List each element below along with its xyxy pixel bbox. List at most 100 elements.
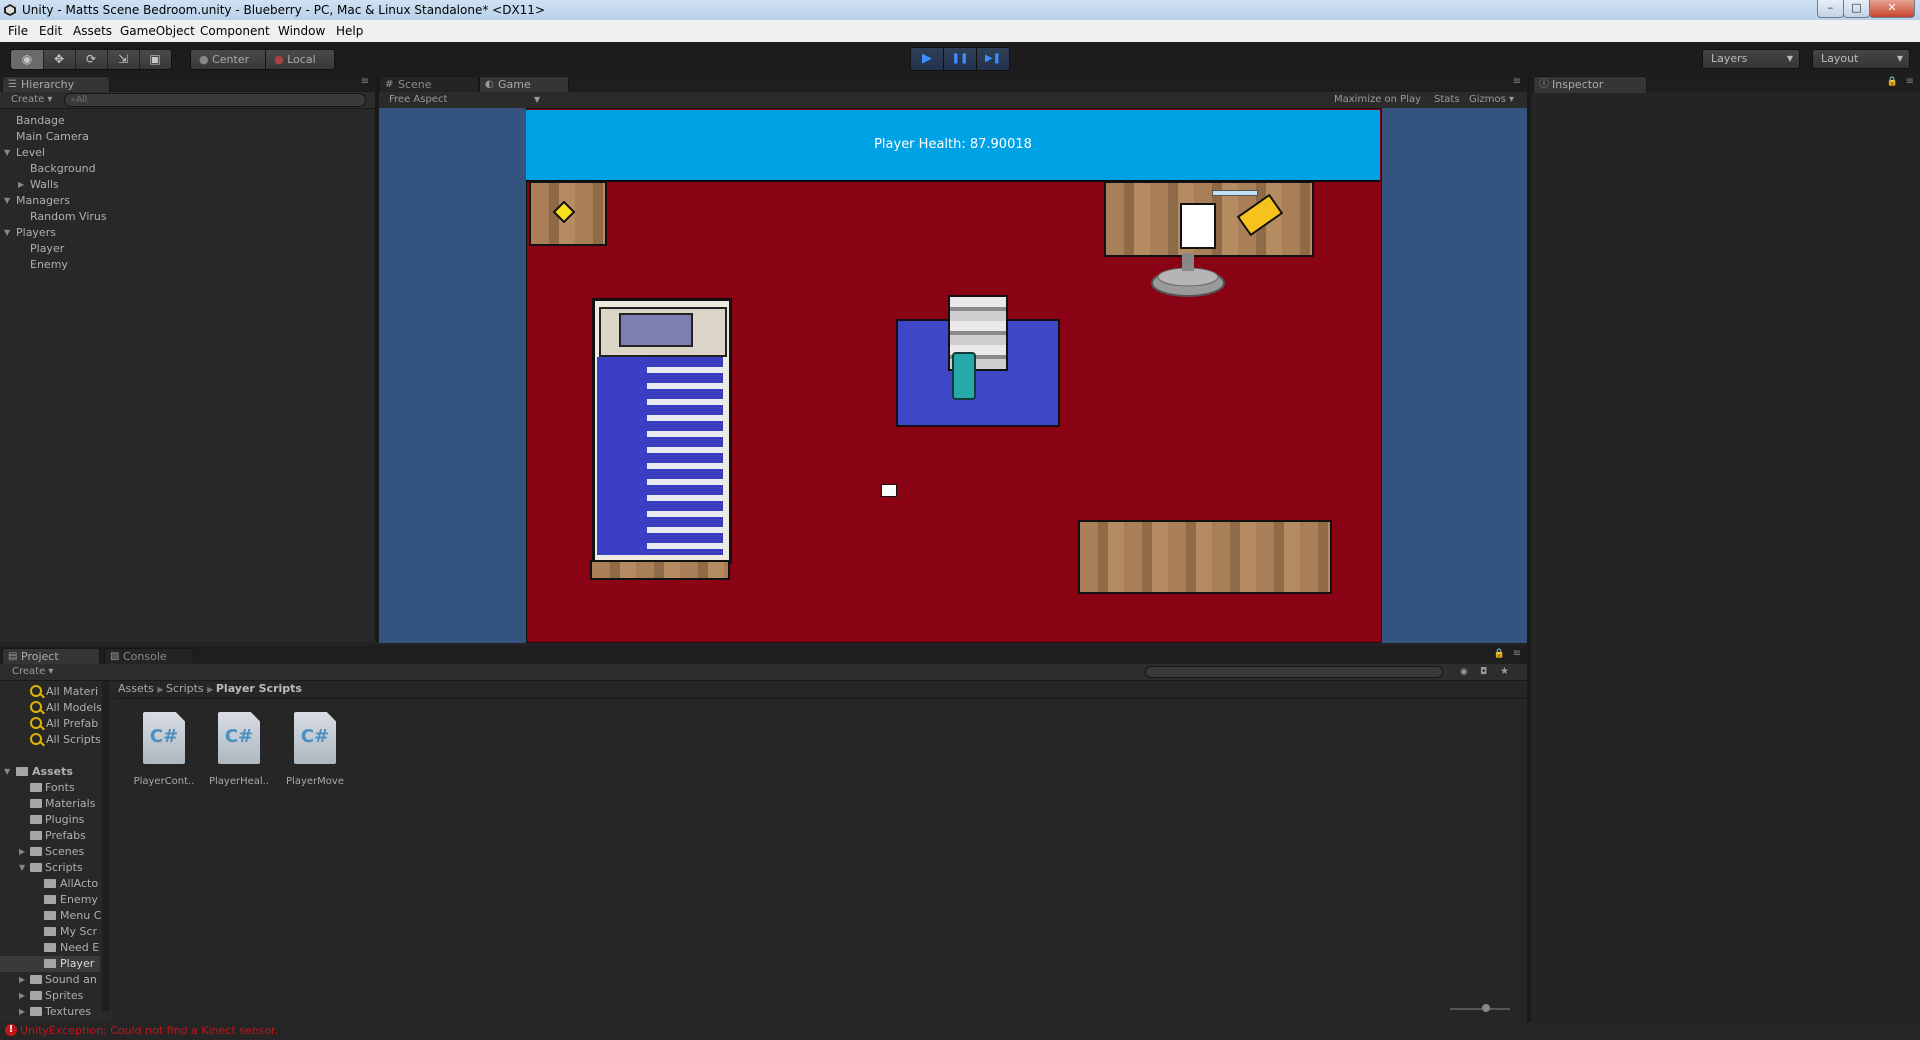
folder-allacto[interactable]: AllActo <box>60 877 98 890</box>
csharp-script-icon[interactable]: C# <box>143 712 185 764</box>
expand-triangle-icon[interactable]: ▼ <box>19 863 25 872</box>
tab-hierarchy[interactable]: ☰ Hierarchy <box>2 76 110 93</box>
hierarchy-search-input[interactable] <box>64 93 366 107</box>
folder-plugins[interactable]: Plugins <box>45 813 84 826</box>
folder-sound[interactable]: Sound an <box>45 973 97 986</box>
folder-my-scripts[interactable]: My Scr <box>60 925 97 938</box>
folder-sprites[interactable]: Sprites <box>45 989 83 1002</box>
folder-menu[interactable]: Menu C <box>60 909 101 922</box>
filter-by-label-icon[interactable]: ◘ <box>1480 664 1487 680</box>
file-label-playercontroller[interactable]: PlayerCont.. <box>124 776 204 787</box>
step-button[interactable]: ▶❚ <box>976 47 1010 71</box>
project-search-input[interactable] <box>1145 666 1443 678</box>
icon-size-slider[interactable] <box>1450 1008 1510 1010</box>
hierarchy-create-button[interactable]: Create ▾ <box>11 92 52 108</box>
panel-menu-icon[interactable]: ≡ <box>1513 648 1521 659</box>
file-label-playerhealth[interactable]: PlayerHeal.. <box>199 776 279 787</box>
breadcrumb-player-scripts[interactable]: Player Scripts <box>216 682 302 695</box>
folder-need[interactable]: Need E <box>60 941 99 954</box>
breadcrumb-assets[interactable]: Assets <box>118 682 154 695</box>
folder-player-scripts[interactable]: Player <box>60 957 94 970</box>
csharp-script-icon[interactable]: C# <box>218 712 260 764</box>
rotate-tool-icon[interactable]: ⟳ <box>75 50 108 69</box>
minimize-button[interactable]: – <box>1817 0 1844 18</box>
assets-root[interactable]: Assets <box>32 765 73 778</box>
rect-tool-icon[interactable]: ▣ <box>139 50 171 69</box>
gizmos-dropdown[interactable]: Gizmos ▾ <box>1469 92 1514 108</box>
hierarchy-item-background[interactable]: Background <box>30 162 96 175</box>
menu-window[interactable]: Window <box>278 24 325 38</box>
menu-edit[interactable]: Edit <box>39 24 62 38</box>
tab-scene[interactable]: # Scene <box>379 76 479 93</box>
favorite-star-icon[interactable]: ★ <box>1500 664 1509 680</box>
panel-menu-icon[interactable]: ≡ <box>361 76 369 87</box>
hierarchy-item-enemy[interactable]: Enemy <box>30 258 68 271</box>
hierarchy-item-players[interactable]: Players <box>16 226 56 239</box>
hierarchy-item-managers[interactable]: Managers <box>16 194 70 207</box>
collapse-triangle-icon[interactable]: ▶ <box>19 1007 25 1016</box>
folder-scenes[interactable]: Scenes <box>45 845 84 858</box>
breadcrumb-scripts[interactable]: Scripts <box>166 682 204 695</box>
layout-dropdown[interactable]: Layout ▼ <box>1812 49 1910 69</box>
menu-gameobject[interactable]: GameObject <box>120 24 195 38</box>
pause-button[interactable]: ❚❚ <box>943 47 977 71</box>
expand-triangle-icon[interactable]: ▼ <box>4 148 10 157</box>
lock-icon[interactable]: 🔒 <box>1494 649 1505 659</box>
collapse-triangle-icon[interactable]: ▶ <box>18 180 24 189</box>
view-tool-eye-icon[interactable]: ◉ <box>11 50 44 69</box>
hierarchy-item-main-camera[interactable]: Main Camera <box>16 130 89 143</box>
file-label-playermove[interactable]: PlayerMove <box>275 776 355 787</box>
space-local-toggle[interactable]: ● Local <box>265 49 335 70</box>
favorite-all-materials[interactable]: All Materi <box>46 685 98 698</box>
icon-size-slider-thumb[interactable] <box>1482 1004 1490 1012</box>
move-tool-icon[interactable]: ✥ <box>43 50 76 69</box>
maximize-button[interactable]: □ <box>1843 0 1870 18</box>
expand-triangle-icon[interactable]: ▼ <box>4 767 10 776</box>
hierarchy-item-player[interactable]: Player <box>30 242 64 255</box>
folder-scripts[interactable]: Scripts <box>45 861 83 874</box>
hierarchy-item-level[interactable]: Level <box>16 146 45 159</box>
menu-file[interactable]: File <box>8 24 28 38</box>
splitter[interactable] <box>1527 74 1531 1022</box>
hierarchy-item-bandage[interactable]: Bandage <box>16 114 65 127</box>
expand-triangle-icon[interactable]: ▼ <box>4 196 10 205</box>
close-button[interactable]: ✕ <box>1869 0 1915 18</box>
menu-assets[interactable]: Assets <box>73 24 112 38</box>
project-create-button[interactable]: Create ▾ <box>12 664 53 680</box>
scale-tool-icon[interactable]: ⇲ <box>107 50 140 69</box>
folder-fonts[interactable]: Fonts <box>45 781 75 794</box>
tab-project[interactable]: ▤ Project <box>2 648 100 665</box>
pivot-center-toggle[interactable]: ● Center <box>190 49 266 70</box>
collapse-triangle-icon[interactable]: ▶ <box>19 975 25 984</box>
folder-prefabs[interactable]: Prefabs <box>45 829 86 842</box>
panel-menu-icon[interactable]: ≡ <box>1906 76 1914 87</box>
play-button[interactable]: ▶ <box>910 47 944 71</box>
maximize-on-play-toggle[interactable]: Maximize on Play <box>1334 92 1421 108</box>
menu-component[interactable]: Component <box>200 24 270 38</box>
filter-by-type-icon[interactable]: ◉ <box>1460 664 1468 680</box>
tree-scrollbar[interactable] <box>102 681 110 1011</box>
tab-console[interactable]: ▧ Console <box>104 648 194 665</box>
tab-game[interactable]: ◐ Game <box>479 76 569 93</box>
aspect-dropdown[interactable]: Free Aspect <box>389 92 447 108</box>
collapse-triangle-icon[interactable]: ▶ <box>19 991 25 1000</box>
hierarchy-item-random-virus[interactable]: Random Virus <box>30 210 107 223</box>
lock-icon[interactable]: 🔒 <box>1887 77 1898 87</box>
tab-inspector[interactable]: ⓘ Inspector <box>1533 76 1647 93</box>
panel-menu-icon[interactable]: ≡ <box>1513 76 1521 87</box>
folder-enemy[interactable]: Enemy <box>60 893 98 906</box>
csharp-script-icon[interactable]: C# <box>294 712 336 764</box>
favorite-all-scripts[interactable]: All Scripts <box>46 733 101 746</box>
status-bar[interactable]: ! UnityException: Could not find a Kinec… <box>0 1022 1920 1040</box>
expand-triangle-icon[interactable]: ▼ <box>4 228 10 237</box>
menu-help[interactable]: Help <box>336 24 363 38</box>
status-error-message[interactable]: UnityException: Could not find a Kinect … <box>20 1022 278 1040</box>
collapse-triangle-icon[interactable]: ▶ <box>19 847 25 856</box>
stats-toggle[interactable]: Stats <box>1434 92 1460 108</box>
folder-textures[interactable]: Textures <box>45 1005 91 1018</box>
layers-dropdown[interactable]: Layers ▼ <box>1702 49 1800 69</box>
hierarchy-item-walls[interactable]: Walls <box>30 178 59 191</box>
favorite-all-models[interactable]: All Models <box>46 701 102 714</box>
favorite-all-prefabs[interactable]: All Prefab <box>46 717 98 730</box>
folder-materials[interactable]: Materials <box>45 797 95 810</box>
